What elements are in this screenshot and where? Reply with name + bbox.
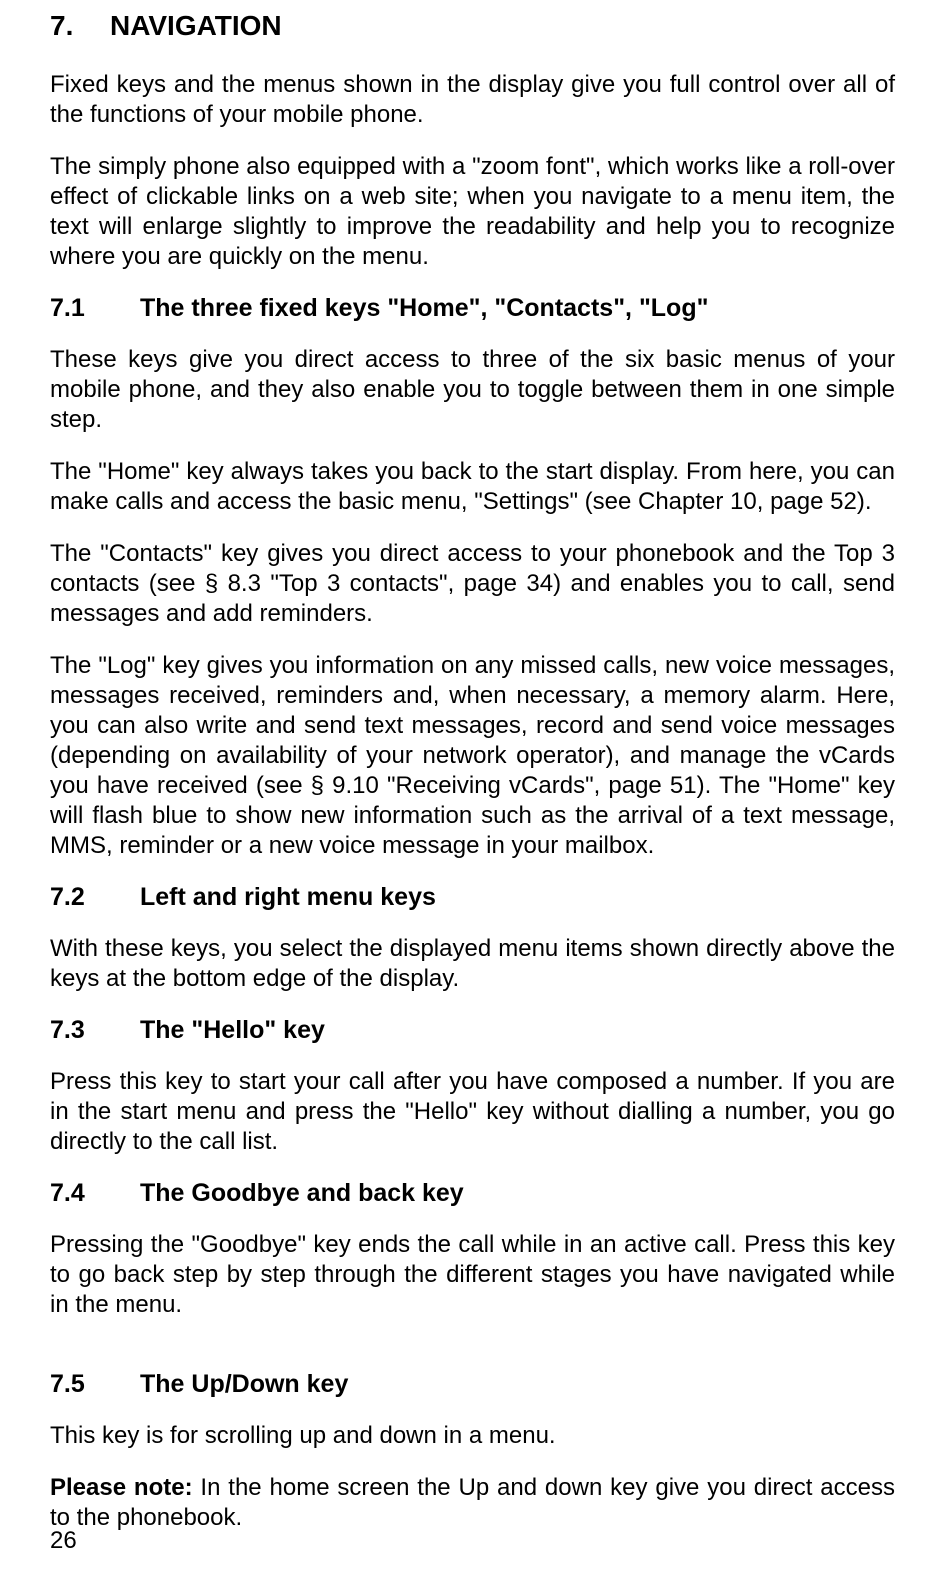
heading-initial: N: [110, 10, 130, 41]
section-7-1-para-1: These keys give you direct access to thr…: [50, 345, 895, 435]
section-7-5-heading: 7.5The Up/Down key: [50, 1370, 895, 1399]
heading-number: 7.: [50, 10, 110, 42]
page-number: 26: [50, 1527, 77, 1555]
document-page: 7.NAVIGATION Fixed keys and the menus sh…: [0, 0, 945, 1585]
heading-rest: AVIGATION: [130, 10, 281, 41]
heading-number: 7.4: [50, 1179, 140, 1208]
heading-title: The Up/Down key: [140, 1370, 348, 1398]
section-7-1-para-4: The "Log" key gives you information on a…: [50, 651, 895, 861]
heading-number: 7.2: [50, 883, 140, 912]
heading-title: The "Hello" key: [140, 1016, 325, 1044]
section-7-heading: 7.NAVIGATION: [50, 10, 895, 42]
section-7-para-2: The simply phone also equipped with a "z…: [50, 152, 895, 272]
section-7-1-para-3: The "Contacts" key gives you direct acce…: [50, 539, 895, 629]
heading-number: 7.5: [50, 1370, 140, 1399]
section-7-1-para-2: The "Home" key always takes you back to …: [50, 457, 895, 517]
heading-title: The three fixed keys "Home", "Contacts",…: [140, 294, 708, 322]
section-7-3-para-1: Press this key to start your call after …: [50, 1067, 895, 1157]
heading-title: Left and right menu keys: [140, 883, 436, 911]
note-label: Please note:: [50, 1474, 193, 1501]
section-7-para-1: Fixed keys and the menus shown in the di…: [50, 70, 895, 130]
section-7-5-note: Please note: In the home screen the Up a…: [50, 1473, 895, 1533]
section-7-3-heading: 7.3The "Hello" key: [50, 1016, 895, 1045]
section-7-4-para-1: Pressing the "Goodbye" key ends the call…: [50, 1230, 895, 1320]
heading-number: 7.3: [50, 1016, 140, 1045]
section-7-2-para-1: With these keys, you select the displaye…: [50, 934, 895, 994]
section-7-1-heading: 7.1The three fixed keys "Home", "Contact…: [50, 294, 895, 323]
section-7-4-heading: 7.4The Goodbye and back key: [50, 1179, 895, 1208]
section-7-5-para-1: This key is for scrolling up and down in…: [50, 1421, 895, 1451]
heading-title: The Goodbye and back key: [140, 1179, 464, 1207]
heading-number: 7.1: [50, 294, 140, 323]
section-7-2-heading: 7.2Left and right menu keys: [50, 883, 895, 912]
